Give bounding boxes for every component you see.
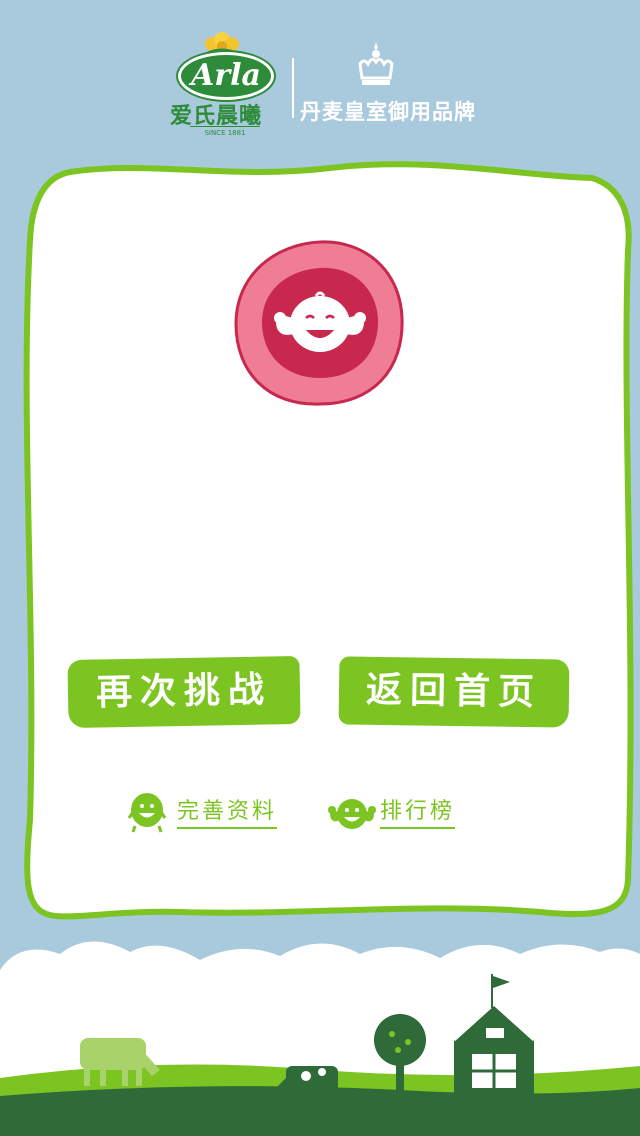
round-mascot-icon bbox=[127, 793, 167, 833]
complete-profile-label: 完善资料 bbox=[177, 793, 278, 829]
royal-warrant-label: 丹麦皇室御用品牌 bbox=[300, 100, 476, 124]
header: Arla 爱氏晨曦 SINCE 1881 丹麦皇室御用品牌 bbox=[0, 0, 640, 170]
arla-since: SINCE 1881 bbox=[190, 126, 260, 137]
crown-icon bbox=[358, 42, 394, 85]
arla-logo: Arla 爱氏晨曦 SINCE 1881 bbox=[160, 30, 280, 140]
farm-landscape bbox=[0, 941, 640, 1136]
leaderboard-label: 排行榜 bbox=[380, 793, 456, 829]
strong-mascot-icon bbox=[234, 240, 404, 406]
retry-button[interactable]: 再次挑战 bbox=[67, 655, 301, 729]
flexing-mascot-icon bbox=[328, 799, 376, 829]
home-button[interactable]: 返回首页 bbox=[338, 656, 570, 728]
complete-profile-link[interactable]: 完善资料 bbox=[125, 788, 278, 834]
header-divider bbox=[292, 58, 294, 118]
arla-wordmark: Arla bbox=[178, 52, 274, 100]
leaderboard-link[interactable]: 排行榜 bbox=[328, 788, 456, 834]
